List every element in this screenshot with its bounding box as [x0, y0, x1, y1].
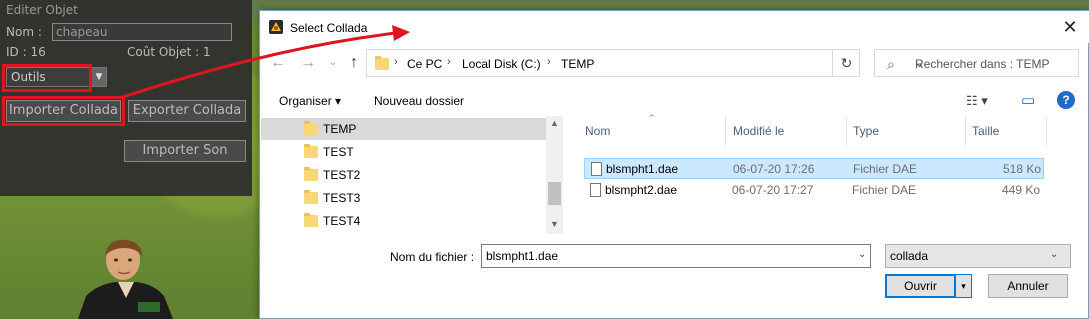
file-icon	[591, 162, 602, 176]
breadcrumb-local-disk[interactable]: Local Disk (C:)	[462, 57, 541, 71]
filetype-select[interactable]: collada	[885, 244, 1071, 268]
nav-folder-label: TEMP	[323, 122, 357, 136]
category-dropdown-icon[interactable]: ▼	[91, 67, 107, 87]
search-icon: ⌕	[887, 56, 895, 72]
search-placeholder: Rechercher dans : TEMP	[915, 57, 1050, 71]
file-size: 449 Ko	[1002, 183, 1041, 197]
file-icon	[590, 183, 601, 197]
preview-pane-icon[interactable]: ▭	[1021, 91, 1035, 109]
folder-icon	[304, 213, 318, 227]
file-name: blsmpht1.dae	[606, 162, 679, 176]
category-select[interactable]: Outils	[6, 67, 90, 87]
breadcrumb-separator: ›	[447, 56, 451, 68]
nav-folder-label: TEST4	[323, 214, 361, 228]
column-divider[interactable]	[846, 116, 847, 146]
navigation-pane: TEMP TEST TEST2 TEST3 TEST4 ▲ ▼	[261, 116, 563, 234]
address-bar[interactable]: › Ce PC › Local Disk (C:) › TEMP ⌄	[366, 49, 924, 77]
cancel-button[interactable]: Annuler	[988, 274, 1068, 298]
import-sound-button[interactable]: Importer Son	[124, 140, 246, 162]
new-folder-button[interactable]: Nouveau dossier	[374, 94, 464, 108]
nav-folder-temp[interactable]: TEMP	[261, 118, 546, 140]
file-name: blsmpht2.dae	[605, 183, 678, 197]
file-row[interactable]: blsmpht1.dae 06-07-20 17:26 Fichier DAE …	[584, 158, 1044, 179]
file-list: ⌃ Nom Modifié le Type Taille blsmpht1.da…	[580, 113, 1080, 234]
organize-menu[interactable]: Organiser ▾	[279, 94, 341, 108]
folder-icon	[304, 167, 318, 181]
file-type: Fichier DAE	[852, 183, 917, 197]
filename-label: Nom du fichier :	[390, 250, 475, 264]
column-divider[interactable]	[965, 116, 966, 146]
breadcrumb-temp[interactable]: TEMP	[561, 57, 594, 71]
column-header-type[interactable]: Type	[853, 124, 879, 138]
file-row[interactable]: blsmpht2.dae 06-07-20 17:27 Fichier DAE …	[584, 180, 1044, 201]
id-text: ID : 16	[6, 45, 46, 59]
game-character-avatar	[78, 239, 173, 319]
folder-icon	[304, 121, 318, 135]
nav-folder-label: TEST3	[323, 191, 361, 205]
search-input[interactable]: ⌕ Rechercher dans : TEMP	[874, 49, 1079, 77]
folder-icon	[304, 190, 318, 204]
file-modified: 06-07-20 17:26	[733, 162, 815, 176]
recent-dropdown-icon[interactable]: ⌄	[323, 54, 343, 72]
column-divider[interactable]	[1046, 116, 1047, 146]
nav-folder-test2[interactable]: TEST2	[261, 164, 546, 186]
object-editor-panel: Editer Objet Nom : chapeau ID : 16 Coût …	[0, 0, 252, 196]
nav-folder-test4[interactable]: TEST4	[261, 210, 546, 232]
import-collada-button[interactable]: Importer Collada	[6, 100, 121, 122]
column-header-name[interactable]: Nom	[585, 124, 610, 138]
breadcrumb-separator: ›	[394, 56, 398, 68]
file-size: 518 Ko	[1003, 162, 1042, 176]
column-divider[interactable]	[725, 116, 726, 146]
scroll-thumb[interactable]	[548, 182, 561, 205]
file-type: Fichier DAE	[853, 162, 918, 176]
name-input[interactable]: chapeau	[52, 23, 232, 41]
nav-folder-label: TEST	[323, 145, 354, 159]
column-header-size[interactable]: Taille	[972, 124, 999, 138]
up-icon[interactable]: ↑	[344, 54, 364, 72]
dialog-title: Select Collada	[290, 21, 368, 35]
filename-dropdown-icon[interactable]: ⌄	[858, 249, 866, 260]
close-icon[interactable]: ✕	[1058, 15, 1082, 39]
column-header-modified[interactable]: Modifié le	[733, 124, 784, 138]
folder-icon	[375, 56, 389, 70]
panel-title: Editer Objet	[6, 3, 78, 17]
filename-input[interactable]: blsmpht1.dae	[481, 244, 871, 268]
nav-folder-label: TEST2	[323, 168, 361, 182]
name-label: Nom :	[6, 25, 42, 39]
dialog-titlebar: Select Collada ✕	[260, 11, 1089, 43]
back-icon[interactable]: ←	[268, 54, 288, 72]
app-icon	[269, 20, 283, 34]
view-options-icon[interactable]: ☷ ▾	[966, 93, 988, 109]
breadcrumb-this-pc[interactable]: Ce PC	[407, 57, 442, 71]
nav-folder-test3[interactable]: TEST3	[261, 187, 546, 209]
file-modified: 06-07-20 17:27	[732, 183, 814, 197]
help-icon[interactable]: ?	[1057, 91, 1075, 109]
nav-scrollbar[interactable]: ▲ ▼	[546, 116, 563, 234]
sort-ascending-icon: ⌃	[648, 113, 656, 123]
export-collada-button[interactable]: Exporter Collada	[128, 100, 246, 122]
refresh-icon[interactable]: ↻	[832, 49, 860, 77]
select-collada-dialog: Select Collada ✕ ← → ⌄ ↑ › Ce PC › Local…	[259, 10, 1089, 319]
filetype-dropdown-icon[interactable]: ⌄	[1050, 249, 1058, 260]
breadcrumb-separator: ›	[547, 56, 551, 68]
scroll-down-icon[interactable]: ▼	[550, 219, 559, 229]
scroll-up-icon[interactable]: ▲	[550, 118, 559, 128]
folder-icon	[304, 144, 318, 158]
open-button[interactable]: Ouvrir	[885, 274, 956, 298]
cost-text: Coût Objet : 1	[127, 45, 211, 59]
open-dropdown-icon[interactable]: ▾	[955, 274, 972, 298]
nav-folder-test[interactable]: TEST	[261, 141, 546, 163]
forward-icon[interactable]: →	[298, 54, 318, 72]
